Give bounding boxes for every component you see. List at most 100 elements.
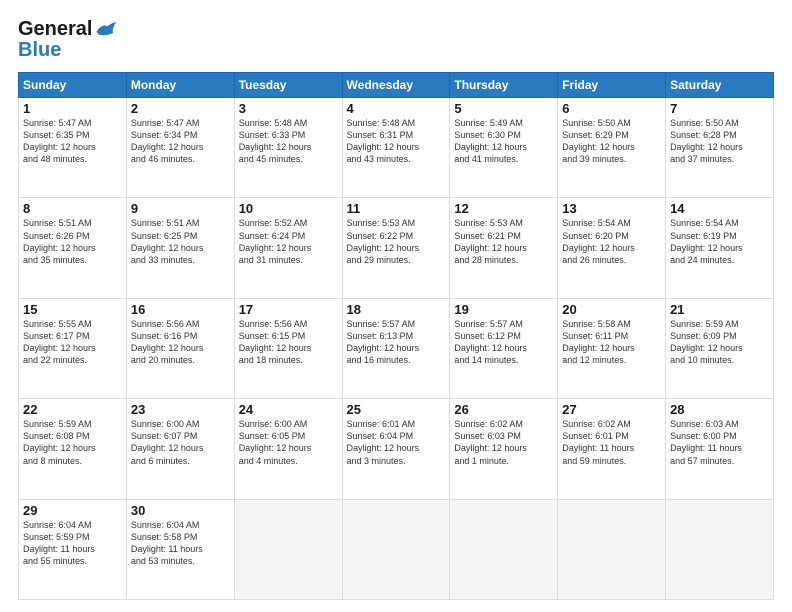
day-info: Sunrise: 6:00 AM Sunset: 6:05 PM Dayligh… <box>239 418 338 467</box>
logo: GeneralBlue <box>18 18 117 62</box>
day-number: 13 <box>562 201 661 216</box>
day-info: Sunrise: 5:47 AM Sunset: 6:35 PM Dayligh… <box>23 117 122 166</box>
day-number: 16 <box>131 302 230 317</box>
day-info: Sunrise: 5:52 AM Sunset: 6:24 PM Dayligh… <box>239 217 338 266</box>
calendar-cell <box>450 499 558 599</box>
calendar-cell: 18Sunrise: 5:57 AM Sunset: 6:13 PM Dayli… <box>342 298 450 398</box>
page: GeneralBlue SundayMondayTuesdayWednesday… <box>0 0 792 612</box>
col-header-sunday: Sunday <box>19 73 127 98</box>
day-number: 6 <box>562 101 661 116</box>
day-number: 30 <box>131 503 230 518</box>
calendar-cell: 1Sunrise: 5:47 AM Sunset: 6:35 PM Daylig… <box>19 98 127 198</box>
day-number: 8 <box>23 201 122 216</box>
calendar-cell: 27Sunrise: 6:02 AM Sunset: 6:01 PM Dayli… <box>558 399 666 499</box>
day-number: 10 <box>239 201 338 216</box>
calendar-cell: 30Sunrise: 6:04 AM Sunset: 5:58 PM Dayli… <box>126 499 234 599</box>
calendar-cell: 24Sunrise: 6:00 AM Sunset: 6:05 PM Dayli… <box>234 399 342 499</box>
calendar-cell <box>558 499 666 599</box>
day-info: Sunrise: 5:48 AM Sunset: 6:33 PM Dayligh… <box>239 117 338 166</box>
day-number: 27 <box>562 402 661 417</box>
day-number: 26 <box>454 402 553 417</box>
day-info: Sunrise: 6:04 AM Sunset: 5:59 PM Dayligh… <box>23 519 122 568</box>
calendar-cell: 15Sunrise: 5:55 AM Sunset: 6:17 PM Dayli… <box>19 298 127 398</box>
calendar-cell: 17Sunrise: 5:56 AM Sunset: 6:15 PM Dayli… <box>234 298 342 398</box>
day-number: 19 <box>454 302 553 317</box>
calendar-cell: 25Sunrise: 6:01 AM Sunset: 6:04 PM Dayli… <box>342 399 450 499</box>
calendar-cell: 19Sunrise: 5:57 AM Sunset: 6:12 PM Dayli… <box>450 298 558 398</box>
day-info: Sunrise: 5:47 AM Sunset: 6:34 PM Dayligh… <box>131 117 230 166</box>
calendar-week-4: 22Sunrise: 5:59 AM Sunset: 6:08 PM Dayli… <box>19 399 774 499</box>
header: GeneralBlue <box>18 18 774 62</box>
calendar-cell: 2Sunrise: 5:47 AM Sunset: 6:34 PM Daylig… <box>126 98 234 198</box>
day-info: Sunrise: 5:49 AM Sunset: 6:30 PM Dayligh… <box>454 117 553 166</box>
calendar-table: SundayMondayTuesdayWednesdayThursdayFrid… <box>18 72 774 600</box>
day-info: Sunrise: 5:57 AM Sunset: 6:12 PM Dayligh… <box>454 318 553 367</box>
day-number: 17 <box>239 302 338 317</box>
day-info: Sunrise: 5:59 AM Sunset: 6:09 PM Dayligh… <box>670 318 769 367</box>
col-header-tuesday: Tuesday <box>234 73 342 98</box>
calendar-week-1: 1Sunrise: 5:47 AM Sunset: 6:35 PM Daylig… <box>19 98 774 198</box>
day-info: Sunrise: 6:04 AM Sunset: 5:58 PM Dayligh… <box>131 519 230 568</box>
calendar-cell: 8Sunrise: 5:51 AM Sunset: 6:26 PM Daylig… <box>19 198 127 298</box>
calendar-cell: 29Sunrise: 6:04 AM Sunset: 5:59 PM Dayli… <box>19 499 127 599</box>
day-number: 22 <box>23 402 122 417</box>
col-header-saturday: Saturday <box>666 73 774 98</box>
calendar-cell <box>666 499 774 599</box>
day-info: Sunrise: 5:54 AM Sunset: 6:19 PM Dayligh… <box>670 217 769 266</box>
day-number: 18 <box>347 302 446 317</box>
day-info: Sunrise: 5:55 AM Sunset: 6:17 PM Dayligh… <box>23 318 122 367</box>
calendar-cell <box>342 499 450 599</box>
calendar-cell <box>234 499 342 599</box>
calendar-cell: 28Sunrise: 6:03 AM Sunset: 6:00 PM Dayli… <box>666 399 774 499</box>
day-info: Sunrise: 6:02 AM Sunset: 6:03 PM Dayligh… <box>454 418 553 467</box>
col-header-friday: Friday <box>558 73 666 98</box>
day-info: Sunrise: 5:50 AM Sunset: 6:28 PM Dayligh… <box>670 117 769 166</box>
calendar-cell: 6Sunrise: 5:50 AM Sunset: 6:29 PM Daylig… <box>558 98 666 198</box>
day-info: Sunrise: 5:53 AM Sunset: 6:21 PM Dayligh… <box>454 217 553 266</box>
day-number: 7 <box>670 101 769 116</box>
day-number: 2 <box>131 101 230 116</box>
day-number: 3 <box>239 101 338 116</box>
calendar-cell: 13Sunrise: 5:54 AM Sunset: 6:20 PM Dayli… <box>558 198 666 298</box>
day-number: 1 <box>23 101 122 116</box>
day-info: Sunrise: 5:54 AM Sunset: 6:20 PM Dayligh… <box>562 217 661 266</box>
day-info: Sunrise: 6:03 AM Sunset: 6:00 PM Dayligh… <box>670 418 769 467</box>
day-number: 29 <box>23 503 122 518</box>
calendar-cell: 7Sunrise: 5:50 AM Sunset: 6:28 PM Daylig… <box>666 98 774 198</box>
calendar-week-3: 15Sunrise: 5:55 AM Sunset: 6:17 PM Dayli… <box>19 298 774 398</box>
calendar-cell: 4Sunrise: 5:48 AM Sunset: 6:31 PM Daylig… <box>342 98 450 198</box>
day-info: Sunrise: 5:51 AM Sunset: 6:25 PM Dayligh… <box>131 217 230 266</box>
day-number: 5 <box>454 101 553 116</box>
day-number: 15 <box>23 302 122 317</box>
calendar-cell: 20Sunrise: 5:58 AM Sunset: 6:11 PM Dayli… <box>558 298 666 398</box>
calendar-cell: 22Sunrise: 5:59 AM Sunset: 6:08 PM Dayli… <box>19 399 127 499</box>
day-number: 4 <box>347 101 446 116</box>
calendar-week-5: 29Sunrise: 6:04 AM Sunset: 5:59 PM Dayli… <box>19 499 774 599</box>
day-number: 9 <box>131 201 230 216</box>
calendar-header-row: SundayMondayTuesdayWednesdayThursdayFrid… <box>19 73 774 98</box>
calendar-cell: 21Sunrise: 5:59 AM Sunset: 6:09 PM Dayli… <box>666 298 774 398</box>
day-number: 21 <box>670 302 769 317</box>
calendar-cell: 16Sunrise: 5:56 AM Sunset: 6:16 PM Dayli… <box>126 298 234 398</box>
day-info: Sunrise: 6:02 AM Sunset: 6:01 PM Dayligh… <box>562 418 661 467</box>
calendar-cell: 11Sunrise: 5:53 AM Sunset: 6:22 PM Dayli… <box>342 198 450 298</box>
col-header-monday: Monday <box>126 73 234 98</box>
day-number: 14 <box>670 201 769 216</box>
day-number: 11 <box>347 201 446 216</box>
day-info: Sunrise: 5:51 AM Sunset: 6:26 PM Dayligh… <box>23 217 122 266</box>
calendar-cell: 26Sunrise: 6:02 AM Sunset: 6:03 PM Dayli… <box>450 399 558 499</box>
day-number: 28 <box>670 402 769 417</box>
calendar-cell: 3Sunrise: 5:48 AM Sunset: 6:33 PM Daylig… <box>234 98 342 198</box>
calendar-cell: 14Sunrise: 5:54 AM Sunset: 6:19 PM Dayli… <box>666 198 774 298</box>
day-info: Sunrise: 5:53 AM Sunset: 6:22 PM Dayligh… <box>347 217 446 266</box>
day-info: Sunrise: 5:58 AM Sunset: 6:11 PM Dayligh… <box>562 318 661 367</box>
day-number: 12 <box>454 201 553 216</box>
calendar-cell: 5Sunrise: 5:49 AM Sunset: 6:30 PM Daylig… <box>450 98 558 198</box>
day-number: 25 <box>347 402 446 417</box>
calendar-cell: 23Sunrise: 6:00 AM Sunset: 6:07 PM Dayli… <box>126 399 234 499</box>
col-header-wednesday: Wednesday <box>342 73 450 98</box>
day-info: Sunrise: 5:57 AM Sunset: 6:13 PM Dayligh… <box>347 318 446 367</box>
day-info: Sunrise: 5:56 AM Sunset: 6:15 PM Dayligh… <box>239 318 338 367</box>
day-info: Sunrise: 5:59 AM Sunset: 6:08 PM Dayligh… <box>23 418 122 467</box>
day-info: Sunrise: 5:48 AM Sunset: 6:31 PM Dayligh… <box>347 117 446 166</box>
